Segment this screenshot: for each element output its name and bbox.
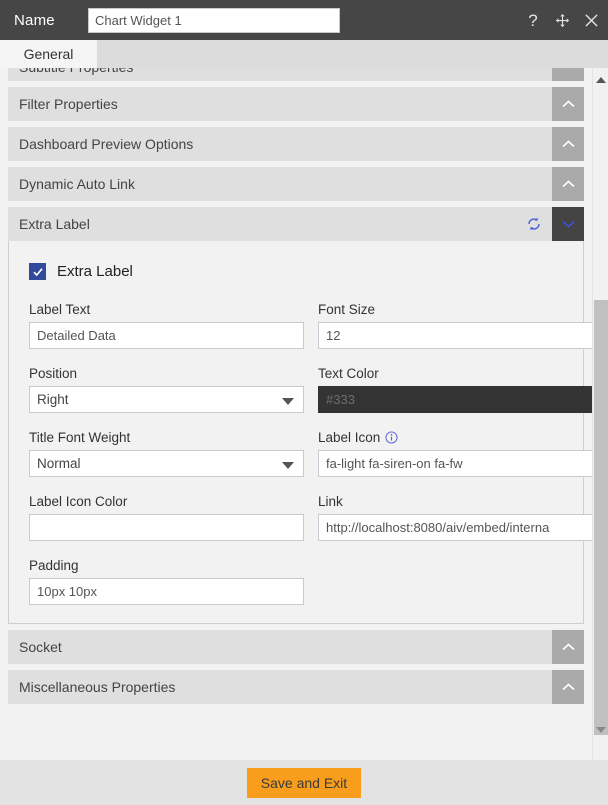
extra-label-checkbox-row[interactable]: Extra Label xyxy=(29,263,569,280)
field-label: Text Color xyxy=(318,366,379,381)
section-toggle-miscellaneous-properties[interactable] xyxy=(552,670,584,704)
info-circle-icon[interactable] xyxy=(385,431,398,444)
scroll-up-arrow-icon[interactable] xyxy=(593,72,608,88)
widget-name-input[interactable] xyxy=(88,7,340,33)
vertical-scrollbar[interactable] xyxy=(592,68,608,760)
chevron-down-icon xyxy=(282,462,294,469)
section-dashboard-preview-options[interactable]: Dashboard Preview Options xyxy=(8,127,584,161)
font-size-input[interactable] xyxy=(318,322,592,349)
field-label-icon-color: Label Icon Color xyxy=(29,494,304,541)
section-subtitle-properties[interactable]: Subtitle Properties xyxy=(8,68,584,81)
title-font-weight-select[interactable]: Normal xyxy=(29,450,304,477)
dialog-footer: Save and Exit xyxy=(0,760,608,805)
titlebar-icons: ? xyxy=(524,0,600,40)
field-position: Position Right xyxy=(29,366,304,413)
field-label: Label Icon Color xyxy=(29,494,128,509)
field-label: Font Size xyxy=(318,302,376,317)
properties-scroll-area: Subtitle Properties Filter Properties Da… xyxy=(0,68,592,760)
section-filter-properties[interactable]: Filter Properties xyxy=(8,87,584,121)
section-label: Extra Label xyxy=(19,216,90,232)
close-icon[interactable] xyxy=(582,10,600,30)
position-select[interactable]: Right xyxy=(29,386,304,413)
field-title-font-weight: Title Font Weight Normal xyxy=(29,430,304,477)
move-arrows-icon[interactable] xyxy=(553,10,571,30)
section-label: Dashboard Preview Options xyxy=(19,136,194,152)
name-label: Name xyxy=(14,11,55,29)
extra-label-fields-grid: Label Text Font Size Position Right T xyxy=(29,302,592,605)
section-extra-label[interactable]: Extra Label xyxy=(8,207,584,241)
section-toggle-filter-properties[interactable] xyxy=(552,87,584,121)
extra-label-panel: Extra Label Label Text Font Size Positio… xyxy=(8,241,592,624)
widget-properties-dialog: Name ? General Subtitle Properties xyxy=(0,0,608,805)
field-font-size: Font Size xyxy=(318,302,592,349)
section-label: Subtitle Properties xyxy=(19,68,133,75)
section-toggle-subtitle-properties[interactable] xyxy=(552,68,584,81)
field-link: Link xyxy=(318,494,592,541)
scrollbar-thumb[interactable] xyxy=(594,300,608,735)
scroll-down-arrow-icon[interactable] xyxy=(593,722,608,738)
label-icon-input[interactable] xyxy=(318,450,592,477)
extra-label-checkbox-label: Extra Label xyxy=(57,263,133,280)
section-miscellaneous-properties[interactable]: Miscellaneous Properties xyxy=(8,670,584,704)
field-label: Position xyxy=(29,366,78,381)
tab-strip: General xyxy=(0,40,608,68)
label-text-input[interactable] xyxy=(29,322,304,349)
section-dynamic-auto-link[interactable]: Dynamic Auto Link xyxy=(8,167,584,201)
section-label: Filter Properties xyxy=(19,96,118,112)
field-label: Padding xyxy=(29,558,79,573)
padding-input[interactable] xyxy=(29,578,304,605)
section-toggle-socket[interactable] xyxy=(552,630,584,664)
extra-label-checkbox[interactable] xyxy=(29,263,46,280)
section-label: Dynamic Auto Link xyxy=(19,176,135,192)
field-text-color: Text Color xyxy=(318,366,592,413)
title-font-weight-selected-value: Normal xyxy=(37,456,81,471)
field-label-text: Label Icon xyxy=(318,430,381,445)
refresh-icon[interactable] xyxy=(526,216,542,232)
position-selected-value: Right xyxy=(37,392,69,407)
chevron-down-icon xyxy=(282,398,294,405)
section-toggle-dynamic-auto-link[interactable] xyxy=(552,167,584,201)
section-toggle-dashboard-preview-options[interactable] xyxy=(552,127,584,161)
field-label: Label Icon xyxy=(318,430,592,445)
section-socket[interactable]: Socket xyxy=(8,630,584,664)
label-icon-color-input[interactable] xyxy=(29,514,304,541)
help-icon[interactable]: ? xyxy=(524,10,542,30)
tab-general[interactable]: General xyxy=(0,40,97,68)
dialog-titlebar: Name ? xyxy=(0,0,608,40)
section-label: Miscellaneous Properties xyxy=(19,679,176,695)
field-label-text: Label Text xyxy=(29,302,304,349)
field-label: Link xyxy=(318,494,343,509)
section-toggle-extra-label[interactable] xyxy=(552,207,584,241)
save-and-exit-button[interactable]: Save and Exit xyxy=(246,767,362,798)
field-label: Label Text xyxy=(29,302,91,317)
link-input[interactable] xyxy=(318,514,592,541)
field-label-icon: Label Icon xyxy=(318,430,592,477)
field-padding: Padding xyxy=(29,558,304,605)
field-label: Title Font Weight xyxy=(29,430,131,445)
text-color-input[interactable] xyxy=(318,386,592,413)
section-label: Socket xyxy=(19,639,62,655)
